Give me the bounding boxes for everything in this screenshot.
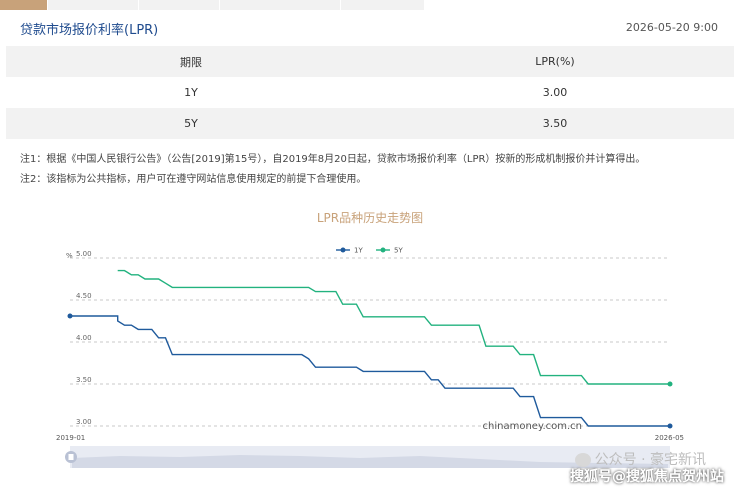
x-tick-label: 2019-01 xyxy=(56,434,85,442)
note-2: 注2：该指标为公共指标，用户可在遵守网站信息使用规定的前提下合理使用。 xyxy=(20,174,367,185)
wechat-icon xyxy=(574,453,591,467)
legend-label-5y[interactable]: 5Y xyxy=(394,247,403,255)
series-point-1y[interactable] xyxy=(667,423,673,429)
tab-3[interactable] xyxy=(139,0,220,10)
header: 贷款市场报价利率(LPR) 2026-05-20 9:00 xyxy=(0,10,740,44)
tab-5[interactable] xyxy=(341,0,425,10)
series-lines xyxy=(70,269,670,427)
series-point-5y[interactable] xyxy=(667,381,673,387)
tab-strip xyxy=(0,0,470,10)
table-header-row: 期限 LPR(%) xyxy=(6,46,734,77)
x-axis: 2019-01 2026-05 xyxy=(56,434,684,442)
series-point-1y[interactable] xyxy=(67,313,73,319)
cell-rate: 3.00 xyxy=(376,77,734,108)
source-credit: chinamoney.com.cn xyxy=(483,421,582,432)
legend-marker-1y[interactable] xyxy=(340,247,346,253)
lpr-history-chart: LPR品种历史走势图 1Y 5Y % 5.00 4.50 4.00 3.50 3.00 2… xyxy=(56,211,684,468)
page-title: 贷款市场报价利率(LPR) xyxy=(20,23,159,38)
y-axis-label: % xyxy=(66,252,73,260)
y-tick-label: 4.00 xyxy=(76,334,92,342)
y-tick-label: 4.50 xyxy=(76,292,92,300)
header-term: 期限 xyxy=(6,46,376,77)
series-line-1y xyxy=(70,315,670,427)
lpr-table: 期限 LPR(%) 1Y 3.00 5Y 3.50 xyxy=(6,46,734,139)
chart-title: LPR品种历史走势图 xyxy=(317,211,423,225)
series-line-5y xyxy=(117,269,670,385)
chart-legend[interactable]: 1Y 5Y xyxy=(336,247,403,255)
sohu-watermark: 搜狐号@搜狐焦点贺州站 xyxy=(570,469,724,485)
slider-handle-grip xyxy=(68,454,74,460)
table-row: 5Y 3.50 xyxy=(6,108,734,139)
y-tick-label: 5.00 xyxy=(76,250,92,258)
tab-4[interactable] xyxy=(220,0,341,10)
cell-term: 1Y xyxy=(6,77,376,108)
tab-active[interactable] xyxy=(0,0,48,10)
cell-rate: 3.50 xyxy=(376,108,734,139)
update-timestamp: 2026-05-20 9:00 xyxy=(625,21,718,34)
tab-2[interactable] xyxy=(48,0,139,10)
table-row: 1Y 3.00 xyxy=(6,77,734,108)
legend-label-1y[interactable]: 1Y xyxy=(354,247,363,255)
legend-marker-5y[interactable] xyxy=(380,247,386,253)
header-lpr: LPR(%) xyxy=(376,46,734,77)
cell-term: 5Y xyxy=(6,108,376,139)
y-tick-label: 3.50 xyxy=(76,376,92,384)
notes: 注1：根据《中国人民银行公告》（公告[2019]第15号），自2019年8月20… xyxy=(20,150,645,190)
note-1: 注1：根据《中国人民银行公告》（公告[2019]第15号），自2019年8月20… xyxy=(20,154,646,165)
y-tick-label: 3.00 xyxy=(76,418,92,426)
x-tick-label: 2026-05 xyxy=(655,434,684,442)
